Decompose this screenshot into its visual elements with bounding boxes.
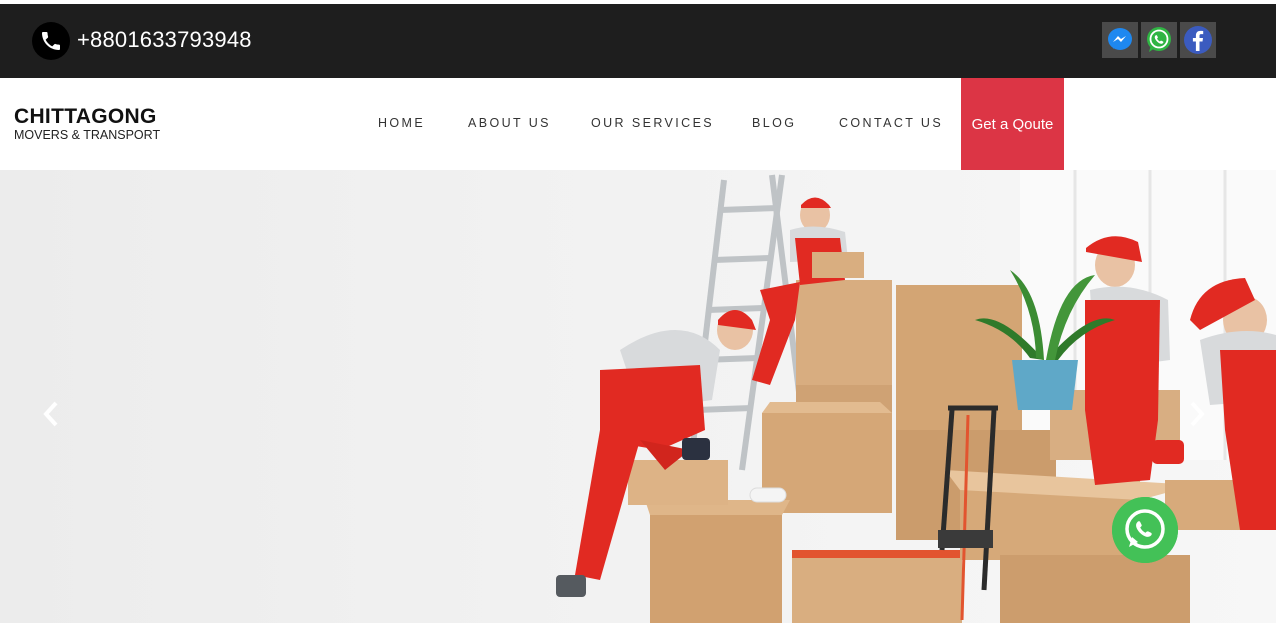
top-bar: +8801633793948: [0, 4, 1276, 78]
facebook-icon[interactable]: [1180, 22, 1216, 58]
nav-our-services[interactable]: OUR SERVICES: [591, 116, 714, 130]
phone-icon[interactable]: [32, 22, 70, 60]
brand-title[interactable]: CHITTAGONG: [14, 105, 157, 129]
get-quote-button[interactable]: Get a Qoute: [961, 78, 1064, 170]
whatsapp-icon[interactable]: [1141, 22, 1177, 58]
chevron-right-icon[interactable]: [1188, 400, 1206, 434]
brand-subtitle[interactable]: MOVERS & TRANSPORT: [14, 128, 160, 142]
whatsapp-floating-button[interactable]: [1112, 497, 1178, 563]
whatsapp-icon: [1112, 497, 1178, 563]
phone-number[interactable]: +8801633793948: [77, 27, 252, 53]
main-navbar: CHITTAGONG MOVERS & TRANSPORT HOME ABOUT…: [0, 78, 1276, 170]
messenger-icon[interactable]: [1102, 22, 1138, 58]
nav-about-us[interactable]: ABOUT US: [468, 116, 551, 130]
nav-blog[interactable]: BLOG: [752, 116, 796, 130]
hero-image: [556, 170, 1276, 623]
nav-home[interactable]: HOME: [378, 116, 425, 130]
chevron-left-icon[interactable]: [42, 400, 60, 434]
nav-contact-us[interactable]: CONTACT US: [839, 116, 943, 130]
hero-slider: [0, 170, 1276, 623]
